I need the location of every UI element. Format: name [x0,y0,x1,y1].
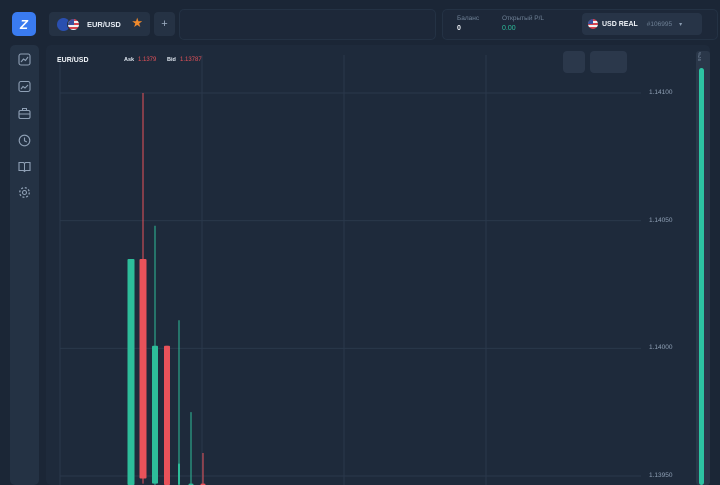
balance-value: 0 [457,25,461,32]
price-chart[interactable] [46,45,686,485]
account-id: #106995 [646,20,673,28]
add-tab-label: + [161,18,168,30]
pl-value: 0.00 [502,25,516,32]
sentiment-percent: 97% [697,52,702,62]
gear-icon[interactable] [18,186,31,199]
ask-label: Ask [124,57,135,63]
candle [152,225,158,485]
briefcase-icon[interactable] [18,107,31,120]
chart-trend-icon[interactable] [18,53,31,66]
candle [178,320,180,485]
price-tick: 1.14000 [649,344,673,351]
book-icon[interactable] [18,160,31,173]
app-logo[interactable]: Z [12,12,36,36]
chart-grid [59,55,641,485]
chevron-down-icon: ▾ [679,21,683,28]
us-flag-icon [588,19,598,29]
account-selector[interactable]: USD REAL #106995 ▾ [582,13,702,35]
currency-flags-icon [57,17,81,31]
candle-body [152,345,158,484]
candle [139,93,147,484]
chart-type-button[interactable] [563,51,585,73]
candle-body [139,258,147,479]
logo-letter: Z [20,16,28,32]
candle-body [178,463,180,485]
tab-eur-usd[interactable]: EUR/USD ★ [49,12,150,36]
balance-label: Баланс [457,15,480,22]
image-chart-icon[interactable] [18,80,31,93]
bid-label: Bid [167,57,176,63]
candles-layer [127,93,206,485]
price-tick: 1.13950 [649,472,673,479]
sidebar [10,45,39,485]
pl-label: Открытый P/L [502,15,545,22]
tab-label: EUR/USD [87,19,121,29]
clock-icon[interactable] [18,134,31,147]
candle-body [164,345,170,485]
ask-value: 1.1379 [138,57,157,63]
add-tab-button[interactable]: + [154,12,175,36]
candle [188,412,194,485]
candle [200,453,206,485]
us-flag-icon [67,18,80,31]
sentiment-scale-fill [699,68,704,485]
timeframe-button[interactable] [590,51,627,73]
price-tick: 1.14100 [649,89,673,96]
header-spacer-panel [179,9,436,40]
chart-symbol: EUR/USD [57,57,89,64]
star-icon[interactable]: ★ [131,16,143,30]
candle-body [127,258,135,485]
account-name: USD REAL [602,20,638,28]
candle [127,258,135,485]
price-tick: 1.14050 [649,217,673,224]
bid-value: 1.13787 [180,57,202,63]
candle [164,345,170,485]
